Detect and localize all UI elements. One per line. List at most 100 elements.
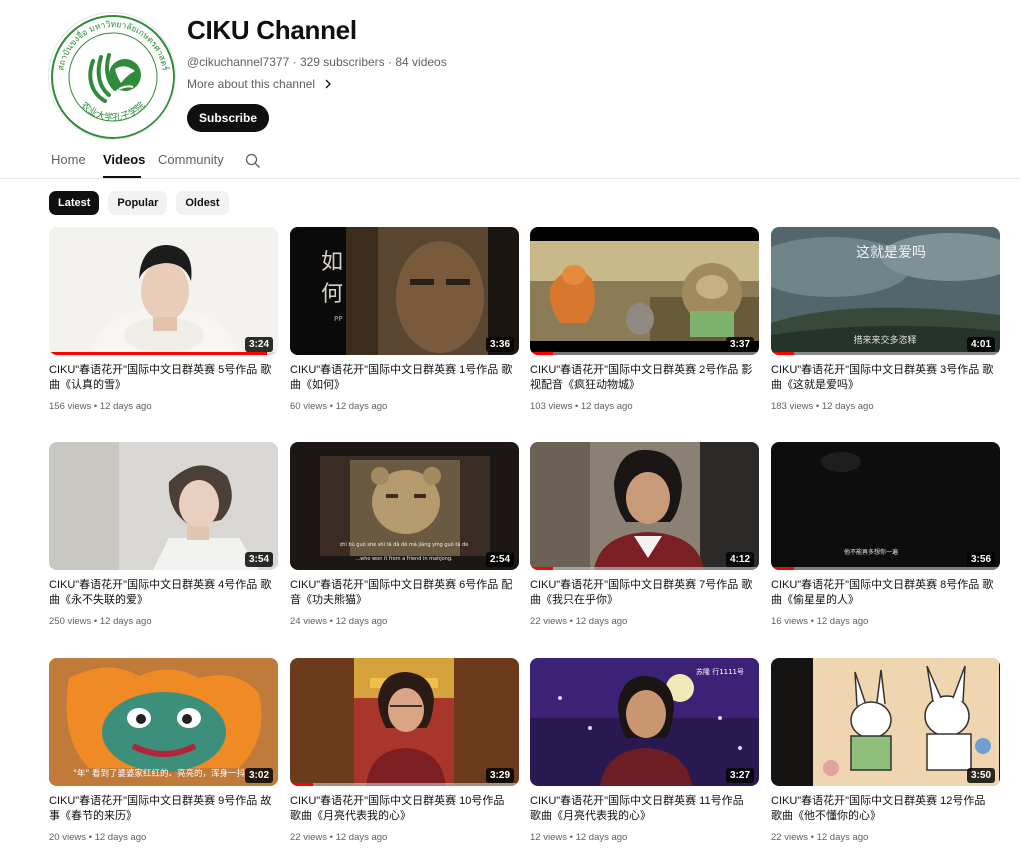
upload-age: 12 days ago (94, 832, 147, 843)
svg-text:zhì bù guò shé shì tā dǎ dé má: zhì bù guò shé shì tā dǎ dé má jiàng yín… (340, 541, 469, 548)
more-about-channel-link[interactable]: More about this channel (187, 77, 447, 91)
channel-info: CIKU Channel @cikuchannel7377 · 329 subs… (187, 14, 447, 132)
progress-track (530, 352, 759, 355)
thumbnail-image (530, 227, 759, 355)
video-title[interactable]: CIKU"春语花开"国际中文日群英赛 7号作品 歌曲《我只在乎你》 (530, 578, 756, 608)
view-count: 24 views (290, 616, 327, 627)
upload-age: 12 days ago (335, 616, 388, 627)
video-thumbnail[interactable]: 3:54 (49, 442, 278, 570)
upload-age: 12 days ago (335, 401, 388, 412)
video-card[interactable]: 3:24 CIKU"春语花开"国际中文日群英赛 5号作品 歌曲《认真的雪》 15… (49, 227, 278, 427)
tab-home[interactable]: Home (51, 152, 86, 167)
video-duration: 3:29 (485, 768, 514, 783)
video-meta: 60 views • 12 days ago (290, 401, 388, 412)
thumbnail-overlay-text: "年" 看到了婆婆家红红的、亮亮的，浑身一抖 (73, 768, 246, 779)
thumbnail-image (290, 658, 519, 786)
video-thumbnail[interactable]: zhì bù guò shé shì tā dǎ dé má jiàng yín… (290, 442, 519, 570)
video-card[interactable]: 这就是爱吗 措来来交多恣释 4:01 CIKU"春语花开"国际中文日群英赛 3号… (771, 227, 1000, 427)
video-title[interactable]: CIKU"春语花开"国际中文日群英赛 11号作品 歌曲《月亮代表我的心》 (530, 794, 756, 824)
video-card[interactable]: zhì bù guò shé shì tā dǎ dé má jiàng yín… (290, 442, 519, 642)
video-title[interactable]: CIKU"春语花开"国际中文日群英赛 6号作品 配音《功夫熊猫》 (290, 578, 516, 608)
video-thumbnail[interactable]: 3:50 (771, 658, 1000, 786)
search-icon[interactable] (245, 153, 261, 169)
video-duration: 3:37 (725, 337, 754, 352)
video-card[interactable]: 3:29 CIKU"春语花开"国际中文日群英赛 10号作品 歌曲《月亮代表我的心… (290, 658, 519, 858)
thumbnail-image (49, 442, 278, 570)
video-meta: 24 views • 12 days ago (290, 616, 388, 627)
progress-track (290, 783, 519, 786)
thumbnail-image: zhì bù guò shé shì tā dǎ dé má jiàng yín… (290, 442, 519, 570)
video-thumbnail[interactable]: 3:37 (530, 227, 759, 355)
video-card[interactable]: 4:12 CIKU"春语花开"国际中文日群英赛 7号作品 歌曲《我只在乎你》 2… (530, 442, 759, 642)
video-card[interactable]: 3:37 CIKU"春语花开"国际中文日群英赛 2号作品 影视配音《疯狂动物城》… (530, 227, 759, 427)
subscribe-button[interactable]: Subscribe (187, 104, 270, 132)
thumbnail-image (530, 442, 759, 570)
chevron-right-icon (325, 79, 332, 89)
video-card[interactable]: 如 何 PP 3:36 CIKU"春语花开"国际中文日群英赛 1号作品 歌曲《如… (290, 227, 519, 427)
video-meta: 22 views • 12 days ago (290, 832, 388, 843)
video-count: 84 videos (395, 55, 447, 69)
tab-videos[interactable]: Videos (103, 152, 145, 167)
view-count: 16 views (771, 616, 808, 627)
video-meta: 156 views • 12 days ago (49, 401, 152, 412)
video-thumbnail[interactable]: "年" 看到了婆婆家红红的、亮亮的，浑身一抖 3:02 (49, 658, 278, 786)
thumbnail-image: 如 何 PP (290, 227, 519, 355)
watch-progress (530, 567, 553, 570)
video-title[interactable]: CIKU"春语花开"国际中文日群英赛 9号作品 故事《春节的来历》 (49, 794, 275, 824)
meta-separator: · (292, 55, 297, 69)
sort-chips: Latest Popular Oldest (49, 191, 229, 215)
video-title[interactable]: CIKU"春语花开"国际中文日群英赛 3号作品 歌曲《这就是爱吗》 (771, 363, 997, 393)
video-title[interactable]: CIKU"春语花开"国际中文日群英赛 1号作品 歌曲《如何》 (290, 363, 516, 393)
video-meta: 12 views • 12 days ago (530, 832, 628, 843)
video-title[interactable]: CIKU"春语花开"国际中文日群英赛 8号作品 歌曲《偷星星的人》 (771, 578, 997, 608)
video-title[interactable]: CIKU"春语花开"国际中文日群英赛 12号作品 歌曲《他不懂你的心》 (771, 794, 997, 824)
video-duration: 3:27 (725, 768, 754, 783)
subscriber-count: 329 subscribers (299, 55, 385, 69)
channel-avatar[interactable]: สถาบันขงจื่อ มหาวิทยาลัยเกษตรศาสตร์ 农业大学… (48, 12, 176, 140)
progress-track (771, 567, 1000, 570)
view-count: 250 views (49, 616, 92, 627)
upload-age: 12 days ago (580, 401, 633, 412)
thumbnail-image (49, 227, 278, 355)
video-thumbnail[interactable]: 这就是爱吗 措来来交多恣释 4:01 (771, 227, 1000, 355)
watch-progress (530, 352, 553, 355)
thumbnail-overlay-text: 这就是爱吗 (856, 244, 926, 261)
video-meta: 16 views • 12 days ago (771, 616, 869, 627)
video-thumbnail[interactable]: 如 何 PP 3:36 (290, 227, 519, 355)
video-duration: 3:36 (485, 337, 514, 352)
video-thumbnail[interactable]: 4:12 (530, 442, 759, 570)
progress-track (530, 567, 759, 570)
video-card[interactable]: 3:50 CIKU"春语花开"国际中文日群英赛 12号作品 歌曲《他不懂你的心》… (771, 658, 1000, 858)
video-title[interactable]: CIKU"春语花开"国际中文日群英赛 4号作品 歌曲《永不失联的爱》 (49, 578, 275, 608)
video-card[interactable]: 他不能再多想你一遍 3:56 CIKU"春语花开"国际中文日群英赛 8号作品 歌… (771, 442, 1000, 642)
svg-text:苏隆 行1111号: 苏隆 行1111号 (696, 667, 744, 676)
svg-text:...who won it from a friend in: ...who won it from a friend in mahjong. (355, 556, 453, 562)
upload-age: 12 days ago (99, 616, 152, 627)
video-title[interactable]: CIKU"春语花开"国际中文日群英赛 10号作品 歌曲《月亮代表我的心》 (290, 794, 516, 824)
video-title[interactable]: CIKU"春语花开"国际中文日群英赛 2号作品 影视配音《疯狂动物城》 (530, 363, 756, 393)
channel-header: สถาบันขงจื่อ มหาวิทยาลัยเกษตรศาสตร์ 农业大学… (48, 12, 988, 142)
thumbnail-image: 这就是爱吗 措来来交多恣释 (771, 227, 1000, 355)
video-thumbnail[interactable]: 3:24 (49, 227, 278, 355)
view-count: 183 views (771, 401, 814, 412)
video-thumbnail[interactable]: 3:29 (290, 658, 519, 786)
video-duration: 3:24 (244, 337, 273, 352)
video-card[interactable]: "年" 看到了婆婆家红红的、亮亮的，浑身一抖 3:02 CIKU"春语花开"国际… (49, 658, 278, 858)
chip-latest[interactable]: Latest (49, 191, 100, 215)
upload-age: 12 days ago (575, 832, 628, 843)
upload-age: 12 days ago (821, 401, 874, 412)
meta-separator: · (388, 55, 393, 69)
chip-oldest[interactable]: Oldest (176, 191, 229, 215)
video-title[interactable]: CIKU"春语花开"国际中文日群英赛 5号作品 歌曲《认真的雪》 (49, 363, 275, 393)
video-duration: 3:02 (244, 768, 273, 783)
tab-community[interactable]: Community (158, 152, 224, 167)
video-thumbnail[interactable]: 苏隆 行1111号 3:27 (530, 658, 759, 786)
chip-popular[interactable]: Popular (108, 191, 168, 215)
video-card[interactable]: 苏隆 行1111号 3:27 CIKU"春语花开"国际中文日群英赛 11号作品 … (530, 658, 759, 858)
video-meta: 22 views • 12 days ago (771, 832, 869, 843)
video-meta: 20 views • 12 days ago (49, 832, 147, 843)
view-count: 12 views (530, 832, 567, 843)
video-card[interactable]: 3:54 CIKU"春语花开"国际中文日群英赛 4号作品 歌曲《永不失联的爱》 … (49, 442, 278, 642)
video-thumbnail[interactable]: 他不能再多想你一遍 3:56 (771, 442, 1000, 570)
channel-meta: @cikuchannel7377 · 329 subscribers · 84 … (187, 54, 447, 70)
